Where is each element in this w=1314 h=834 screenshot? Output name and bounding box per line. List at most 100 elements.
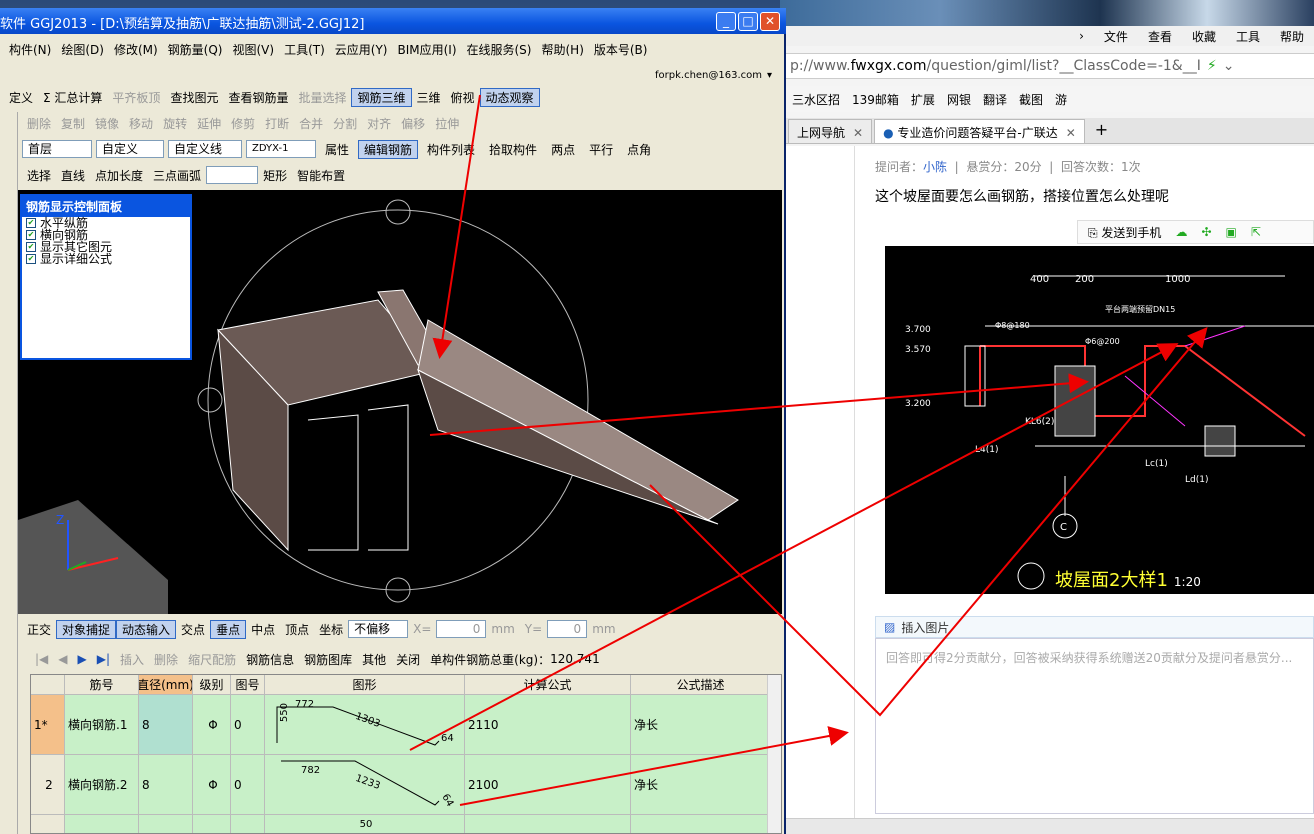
type-select[interactable]: 自定义 <box>96 140 164 158</box>
fav-7[interactable]: 游 <box>1055 91 1067 108</box>
table-scrollbar[interactable] <box>767 675 781 833</box>
view-rebar-button[interactable]: 查看钢筋量 <box>223 89 293 106</box>
fav-2[interactable]: 139邮箱 <box>852 91 899 108</box>
fav-4[interactable]: 网银 <box>947 91 971 108</box>
arc-button[interactable]: 三点画弧 <box>148 167 206 184</box>
cell-shape[interactable]: 782 1233 64 <box>265 755 465 815</box>
select-button[interactable]: 选择 <box>22 167 56 184</box>
checkbox-icon[interactable]: ✔ <box>26 218 36 228</box>
menu-help[interactable]: 帮助(H) <box>536 41 588 58</box>
rebar-info-button[interactable]: 钢筋信息 <box>241 651 299 668</box>
checkbox-icon[interactable]: ✔ <box>26 254 36 264</box>
dynamic-input-button[interactable]: 动态输入 <box>116 619 177 639</box>
mirror-button[interactable]: 镜像 <box>90 115 124 132</box>
menu-draw[interactable]: 绘图(D) <box>56 41 109 58</box>
check-formula[interactable]: ✔ 显示详细公式 <box>22 253 190 265</box>
parallel-button[interactable]: 平行 <box>584 141 618 158</box>
point-length-button[interactable]: 点加长度 <box>90 167 148 184</box>
scale-rebar-button[interactable]: 缩尺配筋 <box>183 651 241 668</box>
table-row[interactable]: 50 <box>31 815 771 833</box>
delete-button[interactable]: 删除 <box>22 115 56 132</box>
rotate-button[interactable]: 旋转 <box>158 115 192 132</box>
perpendicular-button[interactable]: 垂点 <box>210 619 247 639</box>
code-select[interactable]: ZDYX-1 <box>246 140 316 158</box>
horizontal-scrollbar[interactable] <box>786 818 1314 834</box>
menu-cloud[interactable]: 云应用(Y) <box>330 41 393 58</box>
view-3d-dropdown[interactable]: 三维 <box>412 89 446 106</box>
rebar-3d-button[interactable]: 钢筋三维 <box>351 87 412 107</box>
dropdown-icon[interactable]: ⌄ <box>1223 58 1235 74</box>
cell-diameter[interactable]: 8 <box>139 695 193 755</box>
offset-button[interactable]: 偏移 <box>396 115 430 132</box>
answer-textarea[interactable]: 回答即可得2分贡献分，回答被采纳获得系统赠送20贡献分及提问者悬赏分... <box>875 638 1314 814</box>
component-list-button[interactable]: 构件列表 <box>422 141 480 158</box>
tab-nav[interactable]: 上网导航 ✕ <box>788 119 873 143</box>
midpoint-button[interactable]: 中点 <box>246 621 280 638</box>
fav-6[interactable]: 截图 <box>1019 91 1043 108</box>
fav-5[interactable]: 翻译 <box>983 91 1007 108</box>
menu-online[interactable]: 在线服务(S) <box>462 41 537 58</box>
open-icon[interactable]: ⇱ <box>1251 225 1261 239</box>
fav-1[interactable]: 三水区招 <box>792 91 840 108</box>
cell-grade[interactable]: Φ <box>193 695 231 755</box>
coordinate-button[interactable]: 坐标 <box>314 621 348 638</box>
move-button[interactable]: 移动 <box>124 115 158 132</box>
first-icon[interactable]: |◀ <box>30 652 53 666</box>
orbit-button[interactable]: 动态观察 <box>479 87 540 107</box>
cell-formula[interactable]: 2110 <box>465 695 631 755</box>
insert-image-button[interactable]: ▨ 插入图片 <box>875 616 1314 638</box>
line-button[interactable]: 直线 <box>56 167 90 184</box>
smart-layout-button[interactable]: 智能布置 <box>292 167 350 184</box>
menu-help[interactable]: 帮助 <box>1280 28 1304 45</box>
extend-button[interactable]: 延伸 <box>192 115 226 132</box>
save-icon[interactable]: ▣ <box>1226 225 1237 239</box>
close-grid-button[interactable]: 关闭 <box>391 651 425 668</box>
stretch-button[interactable]: 拉伸 <box>430 115 464 132</box>
ortho-button[interactable]: 正交 <box>22 621 56 638</box>
asker-name[interactable]: 小陈 <box>923 160 947 174</box>
menu-version[interactable]: 版本号(B) <box>589 41 653 58</box>
two-point-button[interactable]: 两点 <box>546 141 580 158</box>
new-tab-button[interactable]: + <box>1085 120 1118 143</box>
checkbox-icon[interactable]: ✔ <box>26 230 36 240</box>
top-view-dropdown[interactable]: 俯视 <box>446 89 480 106</box>
rectangle-button[interactable]: 矩形 <box>258 167 292 184</box>
lightning-icon[interactable]: ⚡ <box>1207 58 1217 74</box>
x-input[interactable]: 0 <box>436 620 487 638</box>
define-button[interactable]: 定义 <box>4 89 38 106</box>
point-angle-button[interactable]: 点角 <box>622 141 656 158</box>
account-dropdown[interactable]: forpk.chen@163.com ▾ <box>650 64 772 86</box>
trim-button[interactable]: 修剪 <box>226 115 260 132</box>
menu-file[interactable]: 文件 <box>1104 28 1128 45</box>
close-icon[interactable]: ✕ <box>853 126 863 140</box>
floor-select[interactable]: 首层 <box>22 140 92 158</box>
subtype-select[interactable]: 自定义线 <box>168 140 242 158</box>
checkbox-icon[interactable]: ✔ <box>26 242 36 252</box>
menu-rebar-qty[interactable]: 钢筋量(Q) <box>163 41 228 58</box>
other-dropdown[interactable]: 其他 <box>357 651 391 668</box>
next-icon[interactable]: ▶ <box>73 652 92 666</box>
menu-view[interactable]: 视图(V) <box>227 41 279 58</box>
last-icon[interactable]: ▶| <box>92 652 115 666</box>
find-element-button[interactable]: 查找图元 <box>165 89 223 106</box>
menu-bim[interactable]: BIM应用(I) <box>392 41 461 58</box>
offset-select[interactable]: 不偏移 <box>348 620 409 638</box>
menu-view[interactable]: 查看 <box>1148 28 1172 45</box>
cell-figno[interactable]: 0 <box>231 755 265 815</box>
break-button[interactable]: 打断 <box>260 115 294 132</box>
send-to-phone-button[interactable]: ⎘ 发送到手机 <box>1088 224 1161 241</box>
cell-diameter[interactable]: 8 <box>139 755 193 815</box>
object-snap-button[interactable]: 对象捕捉 <box>56 619 117 639</box>
pick-component-button[interactable]: 拾取构件 <box>484 141 542 158</box>
delete-row-button[interactable]: 删除 <box>149 651 183 668</box>
close-icon[interactable]: ✕ <box>1066 126 1076 140</box>
address-bar[interactable]: p://www. fwxgx.com/question/giml/list?__C… <box>786 53 1314 79</box>
col-diameter[interactable]: 直径(mm) <box>139 675 193 695</box>
cell-desc[interactable]: 净长 <box>631 755 771 815</box>
properties-button[interactable]: 属性 <box>320 141 354 158</box>
align-button[interactable]: 对齐 <box>362 115 396 132</box>
menu-fav[interactable]: 收藏 <box>1192 28 1216 45</box>
fav-3[interactable]: 扩展 <box>911 91 935 108</box>
table-row[interactable]: 2 横向钢筋.2 8 Φ 0 782 1233 64 2100 净长 <box>31 755 771 815</box>
align-slab-button[interactable]: 平齐板顶 <box>107 89 165 106</box>
